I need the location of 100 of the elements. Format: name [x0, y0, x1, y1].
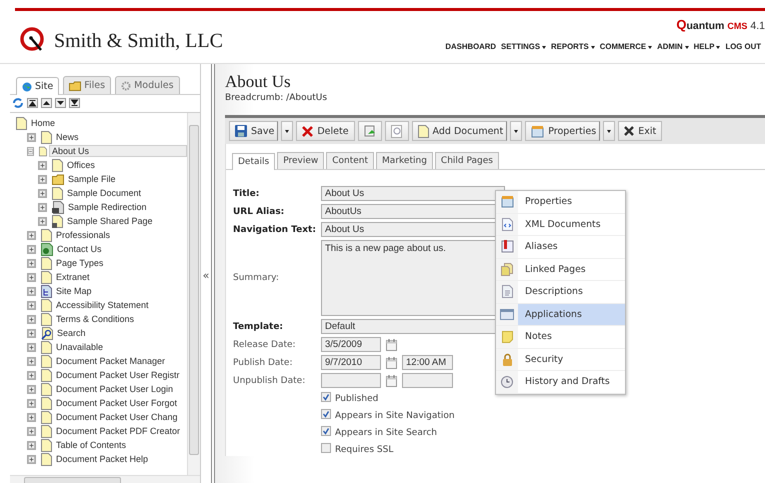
toolbar-button[interactable]: Delete — [296, 121, 355, 141]
tree-item[interactable]: Professionals — [54, 230, 112, 240]
expand-toggle[interactable] — [27, 230, 36, 240]
expand-toggle[interactable] — [27, 258, 36, 268]
expand-toggle[interactable] — [38, 216, 47, 226]
page-icon — [41, 396, 52, 410]
text-field[interactable]: About Us — [321, 186, 505, 201]
expand-toggle[interactable] — [27, 370, 36, 380]
date-field[interactable]: 3/5/2009 — [321, 337, 381, 352]
tab[interactable]: Marketing — [376, 152, 433, 169]
tree-item[interactable]: Sample File — [66, 174, 118, 184]
sidebar-tab[interactable]: Modules — [115, 76, 180, 94]
expand-toggle[interactable] — [27, 440, 36, 450]
sidebar-tab[interactable]: Files — [63, 76, 112, 94]
date-field[interactable] — [321, 373, 381, 388]
tree-item[interactable]: Document Packet User Login — [54, 384, 176, 394]
tree-item[interactable]: Sample Shared Page — [65, 216, 155, 226]
expand-toggle[interactable] — [27, 132, 36, 142]
dropdown-button[interactable] — [510, 121, 522, 141]
shared-page-icon — [52, 214, 63, 228]
collapse-handle[interactable]: « — [202, 269, 210, 282]
tree-item[interactable]: Contact Us — [55, 244, 104, 254]
time-field[interactable] — [402, 373, 453, 388]
tree-item[interactable]: Document Packet Help — [54, 454, 150, 464]
tree-item[interactable]: Document Packet User Registr — [54, 370, 182, 380]
date-field[interactable]: 9/7/2010 — [321, 355, 381, 370]
expand-toggle[interactable] — [27, 272, 36, 282]
menu-item[interactable]: Descriptions — [496, 281, 625, 304]
collapse-toggle[interactable] — [27, 146, 34, 156]
expand-toggle[interactable] — [27, 384, 36, 394]
time-field[interactable]: 12:00 AM — [402, 355, 453, 370]
tab[interactable]: Child Pages — [434, 152, 499, 169]
tree-item[interactable]: Document Packet Manager — [54, 356, 168, 366]
toolbar-icon-button[interactable] — [358, 121, 382, 141]
menu-item[interactable]: Linked Pages — [496, 258, 625, 281]
tree-item[interactable]: Page Types — [54, 258, 106, 268]
expand-toggle[interactable] — [27, 328, 36, 338]
menu-item[interactable]: Applications — [496, 304, 625, 326]
toolbar-button[interactable]: Add Document — [412, 121, 508, 141]
tree-item[interactable]: Accessibility Statement — [54, 300, 151, 310]
menu-item[interactable]: Notes — [496, 326, 625, 348]
expand-toggle[interactable] — [38, 174, 47, 184]
sitemap-page-icon — [41, 284, 52, 298]
toolbar-button[interactable]: Exit — [618, 121, 662, 141]
expand-toggle[interactable] — [38, 160, 47, 170]
move-bottom-button[interactable] — [69, 98, 80, 108]
vertical-scrollbar[interactable] — [187, 113, 200, 475]
menu-item[interactable]: History and Drafts — [496, 371, 625, 394]
expand-toggle[interactable] — [27, 412, 36, 422]
tree-item[interactable]: Home — [29, 118, 58, 128]
expand-toggle[interactable] — [27, 314, 36, 324]
tree-item[interactable]: Offices — [65, 160, 97, 170]
expand-toggle[interactable] — [27, 454, 36, 464]
dropdown-button[interactable] — [281, 121, 294, 141]
menu-item[interactable]: XML Documents — [496, 214, 625, 236]
tree-item[interactable]: Search — [55, 328, 88, 338]
move-up-button[interactable] — [41, 98, 52, 108]
tree-item[interactable]: About Us — [49, 145, 187, 157]
tab[interactable]: Details — [232, 153, 276, 170]
tree-item[interactable]: Table of Contents — [54, 440, 128, 450]
expand-toggle[interactable] — [27, 286, 36, 296]
expand-toggle[interactable] — [27, 300, 36, 310]
menu-item[interactable]: Properties — [496, 191, 625, 214]
tree-item[interactable]: Sample Document — [65, 188, 144, 198]
tree-item[interactable]: Terms & Conditions — [54, 314, 136, 324]
checkbox[interactable] — [321, 443, 331, 456]
expand-toggle[interactable] — [38, 202, 47, 212]
tree-item[interactable]: Sample Redirection — [66, 202, 149, 212]
tree-item[interactable]: News — [54, 132, 81, 142]
checkbox[interactable] — [321, 392, 331, 405]
menu-item[interactable]: Security — [496, 348, 625, 371]
field-label: Navigation Text: — [233, 224, 317, 234]
expand-toggle[interactable] — [27, 342, 36, 352]
tree-item[interactable]: Site Map — [54, 286, 94, 296]
calendar-icon[interactable] — [386, 356, 397, 368]
toolbar-button[interactable]: Properties — [525, 121, 600, 141]
expand-toggle[interactable] — [27, 398, 36, 408]
menu-item[interactable]: Aliases — [496, 236, 625, 258]
expand-toggle[interactable] — [27, 244, 36, 254]
sidebar-tab[interactable]: Site — [16, 77, 60, 95]
expand-toggle[interactable] — [27, 356, 36, 366]
tree-item[interactable]: Extranet — [54, 272, 92, 282]
calendar-icon[interactable] — [386, 374, 397, 386]
checkbox[interactable] — [321, 426, 331, 439]
dropdown-button[interactable] — [603, 121, 616, 141]
tree-item[interactable]: Unavailable — [54, 342, 106, 352]
move-top-button[interactable] — [27, 98, 38, 108]
expand-toggle[interactable] — [38, 188, 47, 198]
tree-item[interactable]: Document Packet User Forgot — [54, 398, 180, 408]
checkbox[interactable] — [321, 409, 331, 422]
refresh-icon[interactable] — [12, 97, 24, 109]
toolbar-icon-button[interactable] — [384, 121, 409, 141]
tree-item[interactable]: Document Packet PDF Creator — [54, 426, 182, 436]
calendar-icon[interactable] — [386, 338, 397, 350]
toolbar-button[interactable]: Save — [229, 121, 278, 141]
move-down-button[interactable] — [55, 98, 66, 108]
tab[interactable]: Content — [326, 152, 374, 169]
tab[interactable]: Preview — [277, 152, 324, 169]
tree-item[interactable]: Document Packet User Chang — [54, 412, 180, 422]
expand-toggle[interactable] — [27, 426, 36, 436]
